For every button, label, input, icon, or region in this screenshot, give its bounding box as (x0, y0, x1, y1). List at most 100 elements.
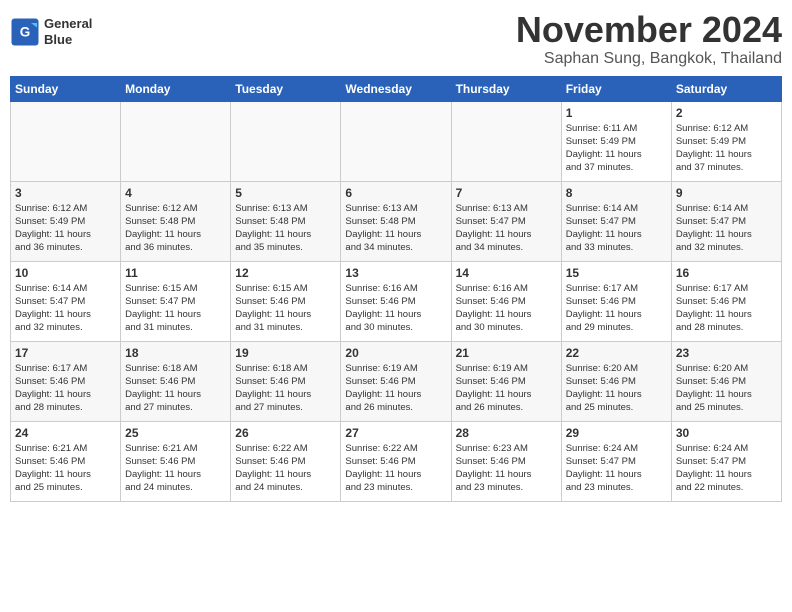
day-number: 15 (566, 266, 667, 280)
day-number: 4 (125, 186, 226, 200)
calendar-day-cell: 5Sunrise: 6:13 AM Sunset: 5:48 PM Daylig… (231, 181, 341, 261)
day-number: 24 (15, 426, 116, 440)
logo-text: General Blue (44, 16, 92, 47)
weekday-header: Sunday (11, 76, 121, 101)
calendar-day-cell: 13 Sunrise: 6:16 AM Sunset: 5:46 PM Dayli… (341, 261, 451, 341)
calendar-day-cell: 28Sunrise: 6:23 AM Sunset: 5:46 PM Dayli… (451, 421, 561, 501)
day-number: 26 (235, 426, 336, 440)
calendar-day-cell: 12Sunrise: 6:15 AM Sunset: 5:46 PM Dayli… (231, 261, 341, 341)
calendar-day-cell (231, 101, 341, 181)
day-info: Sunrise: 6:17 AM Sunset: 5:46 PM Dayligh… (566, 282, 667, 335)
day-number: 30 (676, 426, 777, 440)
weekday-header: Saturday (671, 76, 781, 101)
day-info: Sunrise: 6:18 AM Sunset: 5:46 PM Dayligh… (235, 362, 336, 415)
calendar-day-cell: 22 Sunrise: 6:20 AM Sunset: 5:46 PM Dayli… (561, 341, 671, 421)
day-number: 25 (125, 426, 226, 440)
day-number: 1 (566, 106, 667, 120)
day-info: Sunrise: 6:14 AM Sunset: 5:47 PM Dayligh… (15, 282, 116, 335)
day-number: 14 (456, 266, 557, 280)
day-number: 29 (566, 426, 667, 440)
calendar-day-cell (11, 101, 121, 181)
calendar-day-cell: 11Sunrise: 6:15 AM Sunset: 5:47 PM Dayli… (121, 261, 231, 341)
day-info: Sunrise: 6:18 AM Sunset: 5:46 PM Dayligh… (125, 362, 226, 415)
day-number: 16 (676, 266, 777, 280)
day-number: 2 (676, 106, 777, 120)
day-info: Sunrise: 6:24 AM Sunset: 5:47 PM Dayligh… (566, 442, 667, 495)
day-info: Sunrise: 6:22 AM Sunset: 5:46 PM Dayligh… (235, 442, 336, 495)
calendar-day-cell: 10 Sunrise: 6:14 AM Sunset: 5:47 PM Dayli… (11, 261, 121, 341)
day-info: Sunrise: 6:21 AM Sunset: 5:46 PM Dayligh… (125, 442, 226, 495)
calendar-day-cell: 25 Sunrise: 6:21 AM Sunset: 5:46 PM Dayli… (121, 421, 231, 501)
calendar-day-cell: 6Sunrise: 6:13 AM Sunset: 5:48 PM Daylig… (341, 181, 451, 261)
calendar-week-row: 10 Sunrise: 6:14 AM Sunset: 5:47 PM Dayli… (11, 261, 782, 341)
day-number: 3 (15, 186, 116, 200)
calendar-day-cell: 15 Sunrise: 6:17 AM Sunset: 5:46 PM Dayli… (561, 261, 671, 341)
calendar-week-row: 24 Sunrise: 6:21 AM Sunset: 5:46 PM Dayli… (11, 421, 782, 501)
calendar-day-cell: 2 Sunrise: 6:12 AM Sunset: 5:49 PM Daylig… (671, 101, 781, 181)
day-info: Sunrise: 6:14 AM Sunset: 5:47 PM Dayligh… (676, 202, 777, 255)
calendar-day-cell: 29 Sunrise: 6:24 AM Sunset: 5:47 PM Dayli… (561, 421, 671, 501)
calendar-week-row: 1 Sunrise: 6:11 AM Sunset: 5:49 PM Daylig… (11, 101, 782, 181)
calendar-day-cell: 19 Sunrise: 6:18 AM Sunset: 5:46 PM Dayli… (231, 341, 341, 421)
calendar-day-cell: 17Sunrise: 6:17 AM Sunset: 5:46 PM Dayli… (11, 341, 121, 421)
day-info: Sunrise: 6:19 AM Sunset: 5:46 PM Dayligh… (456, 362, 557, 415)
day-number: 27 (345, 426, 446, 440)
calendar-day-cell: 26 Sunrise: 6:22 AM Sunset: 5:46 PM Dayli… (231, 421, 341, 501)
day-info: Sunrise: 6:20 AM Sunset: 5:46 PM Dayligh… (566, 362, 667, 415)
weekday-header: Friday (561, 76, 671, 101)
calendar-day-cell: 24Sunrise: 6:21 AM Sunset: 5:46 PM Dayli… (11, 421, 121, 501)
calendar-week-row: 17Sunrise: 6:17 AM Sunset: 5:46 PM Dayli… (11, 341, 782, 421)
day-info: Sunrise: 6:12 AM Sunset: 5:49 PM Dayligh… (15, 202, 116, 255)
weekday-header: Thursday (451, 76, 561, 101)
month-title: November 2024 (516, 10, 782, 50)
calendar-week-row: 3 Sunrise: 6:12 AM Sunset: 5:49 PM Daylig… (11, 181, 782, 261)
day-number: 10 (15, 266, 116, 280)
calendar-day-cell (451, 101, 561, 181)
day-number: 22 (566, 346, 667, 360)
calendar-day-cell: 18 Sunrise: 6:18 AM Sunset: 5:46 PM Dayli… (121, 341, 231, 421)
calendar-day-cell: 4 Sunrise: 6:12 AM Sunset: 5:48 PM Daylig… (121, 181, 231, 261)
calendar-day-cell: 14 Sunrise: 6:16 AM Sunset: 5:46 PM Dayli… (451, 261, 561, 341)
calendar-day-cell: 23 Sunrise: 6:20 AM Sunset: 5:46 PM Dayli… (671, 341, 781, 421)
day-number: 9 (676, 186, 777, 200)
calendar-day-cell: 30Sunrise: 6:24 AM Sunset: 5:47 PM Dayli… (671, 421, 781, 501)
day-number: 8 (566, 186, 667, 200)
day-info: Sunrise: 6:16 AM Sunset: 5:46 PM Dayligh… (345, 282, 446, 335)
calendar-day-cell: 16Sunrise: 6:17 AM Sunset: 5:46 PM Dayli… (671, 261, 781, 341)
calendar-day-cell: 1 Sunrise: 6:11 AM Sunset: 5:49 PM Daylig… (561, 101, 671, 181)
logo-icon: G (10, 17, 40, 47)
day-info: Sunrise: 6:22 AM Sunset: 5:46 PM Dayligh… (345, 442, 446, 495)
weekday-header: Tuesday (231, 76, 341, 101)
calendar-day-cell (341, 101, 451, 181)
calendar-day-cell: 8 Sunrise: 6:14 AM Sunset: 5:47 PM Daylig… (561, 181, 671, 261)
day-number: 7 (456, 186, 557, 200)
weekday-header: Monday (121, 76, 231, 101)
weekday-header: Wednesday (341, 76, 451, 101)
day-number: 13 (345, 266, 446, 280)
calendar-table: SundayMondayTuesdayWednesdayThursdayFrid… (10, 76, 782, 502)
day-number: 5 (235, 186, 336, 200)
day-info: Sunrise: 6:12 AM Sunset: 5:49 PM Dayligh… (676, 122, 777, 175)
day-number: 19 (235, 346, 336, 360)
day-info: Sunrise: 6:19 AM Sunset: 5:46 PM Dayligh… (345, 362, 446, 415)
day-info: Sunrise: 6:20 AM Sunset: 5:46 PM Dayligh… (676, 362, 777, 415)
day-number: 17 (15, 346, 116, 360)
calendar-day-cell: 20 Sunrise: 6:19 AM Sunset: 5:46 PM Dayli… (341, 341, 451, 421)
calendar-day-cell (121, 101, 231, 181)
day-number: 18 (125, 346, 226, 360)
location-title: Saphan Sung, Bangkok, Thailand (516, 50, 782, 68)
day-number: 20 (345, 346, 446, 360)
calendar-day-cell: 7 Sunrise: 6:13 AM Sunset: 5:47 PM Daylig… (451, 181, 561, 261)
day-number: 12 (235, 266, 336, 280)
day-info: Sunrise: 6:12 AM Sunset: 5:48 PM Dayligh… (125, 202, 226, 255)
day-info: Sunrise: 6:14 AM Sunset: 5:47 PM Dayligh… (566, 202, 667, 255)
calendar-day-cell: 21 Sunrise: 6:19 AM Sunset: 5:46 PM Dayli… (451, 341, 561, 421)
day-info: Sunrise: 6:23 AM Sunset: 5:46 PM Dayligh… (456, 442, 557, 495)
day-number: 21 (456, 346, 557, 360)
day-number: 23 (676, 346, 777, 360)
day-info: Sunrise: 6:16 AM Sunset: 5:46 PM Dayligh… (456, 282, 557, 335)
calendar-day-cell: 3 Sunrise: 6:12 AM Sunset: 5:49 PM Daylig… (11, 181, 121, 261)
day-info: Sunrise: 6:13 AM Sunset: 5:47 PM Dayligh… (456, 202, 557, 255)
day-info: Sunrise: 6:11 AM Sunset: 5:49 PM Dayligh… (566, 122, 667, 175)
page-header: G General Blue November 2024 Saphan Sung… (10, 10, 782, 68)
